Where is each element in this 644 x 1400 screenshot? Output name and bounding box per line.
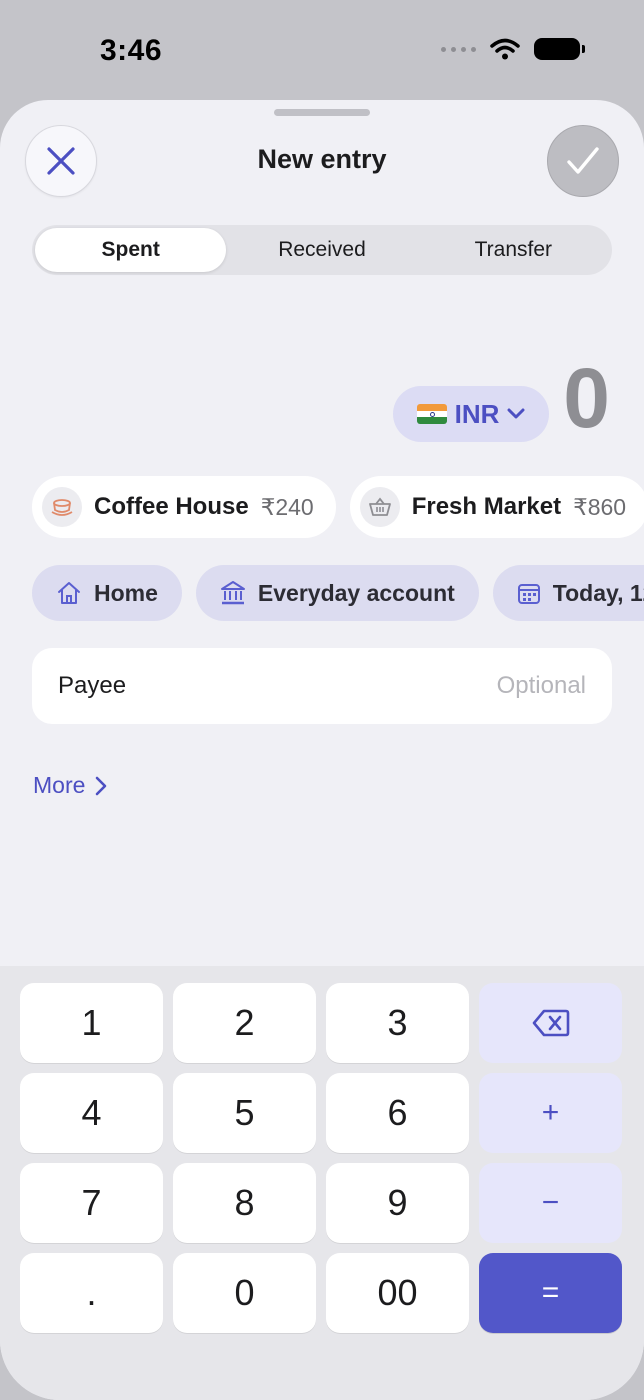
- key-3[interactable]: 3: [326, 983, 469, 1063]
- payee-row[interactable]: Payee: [32, 648, 612, 724]
- suggestion-coffee-house[interactable]: Coffee House ₹240: [32, 476, 336, 538]
- number-keypad: 1 2 3 4 5 6 + 7 8 9 − . 0 00 =: [0, 966, 644, 1400]
- backspace-key[interactable]: [479, 983, 622, 1063]
- payee-label: Payee: [58, 672, 127, 699]
- date-chip[interactable]: Today, 12: [492, 565, 644, 621]
- entry-detail-chips: Home Everyday account Today, 12: [32, 565, 644, 621]
- tab-spent[interactable]: Spent: [35, 228, 227, 272]
- account-chip[interactable]: Everyday account: [195, 565, 479, 621]
- sheet-grabber[interactable]: [274, 109, 370, 116]
- date-chip-label: Today, 12: [552, 579, 644, 606]
- key-6[interactable]: 6: [326, 1073, 469, 1153]
- backspace-icon: [532, 1009, 569, 1037]
- key-9[interactable]: 9: [326, 1163, 469, 1243]
- key-5[interactable]: 5: [173, 1073, 316, 1153]
- checkmark-icon: [567, 147, 599, 174]
- key-2[interactable]: 2: [173, 983, 316, 1063]
- confirm-button[interactable]: [547, 125, 619, 197]
- battery-icon: [534, 38, 585, 60]
- key-7[interactable]: 7: [20, 1163, 163, 1243]
- category-chip-label: Home: [94, 579, 158, 606]
- chevron-right-icon: [96, 776, 107, 795]
- key-8[interactable]: 8: [173, 1163, 316, 1243]
- key-0[interactable]: 0: [173, 1253, 316, 1333]
- tab-transfer[interactable]: Transfer: [418, 228, 609, 272]
- bank-icon: [220, 581, 245, 605]
- equals-key[interactable]: =: [479, 1253, 622, 1333]
- suggestion-amount: ₹860: [573, 493, 627, 520]
- key-1[interactable]: 1: [20, 983, 163, 1063]
- tab-received[interactable]: Received: [226, 228, 417, 272]
- currency-code: INR: [454, 398, 500, 429]
- more-link-label: More: [33, 772, 86, 798]
- suggestion-fresh-market[interactable]: Fresh Market ₹860: [349, 476, 644, 538]
- suggestion-amount: ₹240: [260, 493, 314, 520]
- account-chip-label: Everyday account: [257, 579, 455, 606]
- amount-display: 0: [563, 351, 610, 445]
- chevron-down-icon: [507, 408, 525, 419]
- calendar-icon: [517, 584, 540, 604]
- currency-selector[interactable]: INR: [393, 386, 549, 442]
- suggestion-list: Coffee House ₹240 Fresh Market ₹860: [32, 476, 644, 538]
- suggestion-name: Coffee House: [94, 493, 249, 520]
- key-4[interactable]: 4: [20, 1073, 163, 1153]
- status-icons: [441, 38, 585, 60]
- more-link[interactable]: More: [33, 772, 107, 799]
- wifi-icon: [490, 38, 520, 60]
- entry-type-tabs: Spent Received Transfer: [32, 225, 612, 275]
- basket-icon: [359, 487, 400, 527]
- new-entry-sheet: New entry Spent Received Transfer INR 0: [0, 100, 644, 1400]
- status-bar: 3:46: [0, 0, 644, 100]
- payee-input[interactable]: [366, 672, 586, 700]
- cellular-dots-icon: [441, 46, 476, 52]
- status-time: 3:46: [100, 34, 163, 67]
- decimal-key[interactable]: .: [20, 1253, 163, 1333]
- coffee-cup-icon: [42, 487, 82, 527]
- plus-key[interactable]: +: [479, 1073, 622, 1153]
- category-chip[interactable]: Home: [32, 565, 182, 621]
- suggestion-name: Fresh Market: [411, 493, 562, 520]
- minus-key[interactable]: −: [479, 1163, 622, 1243]
- india-flag-icon: [416, 404, 447, 424]
- home-icon: [58, 582, 80, 604]
- key-00[interactable]: 00: [326, 1253, 469, 1333]
